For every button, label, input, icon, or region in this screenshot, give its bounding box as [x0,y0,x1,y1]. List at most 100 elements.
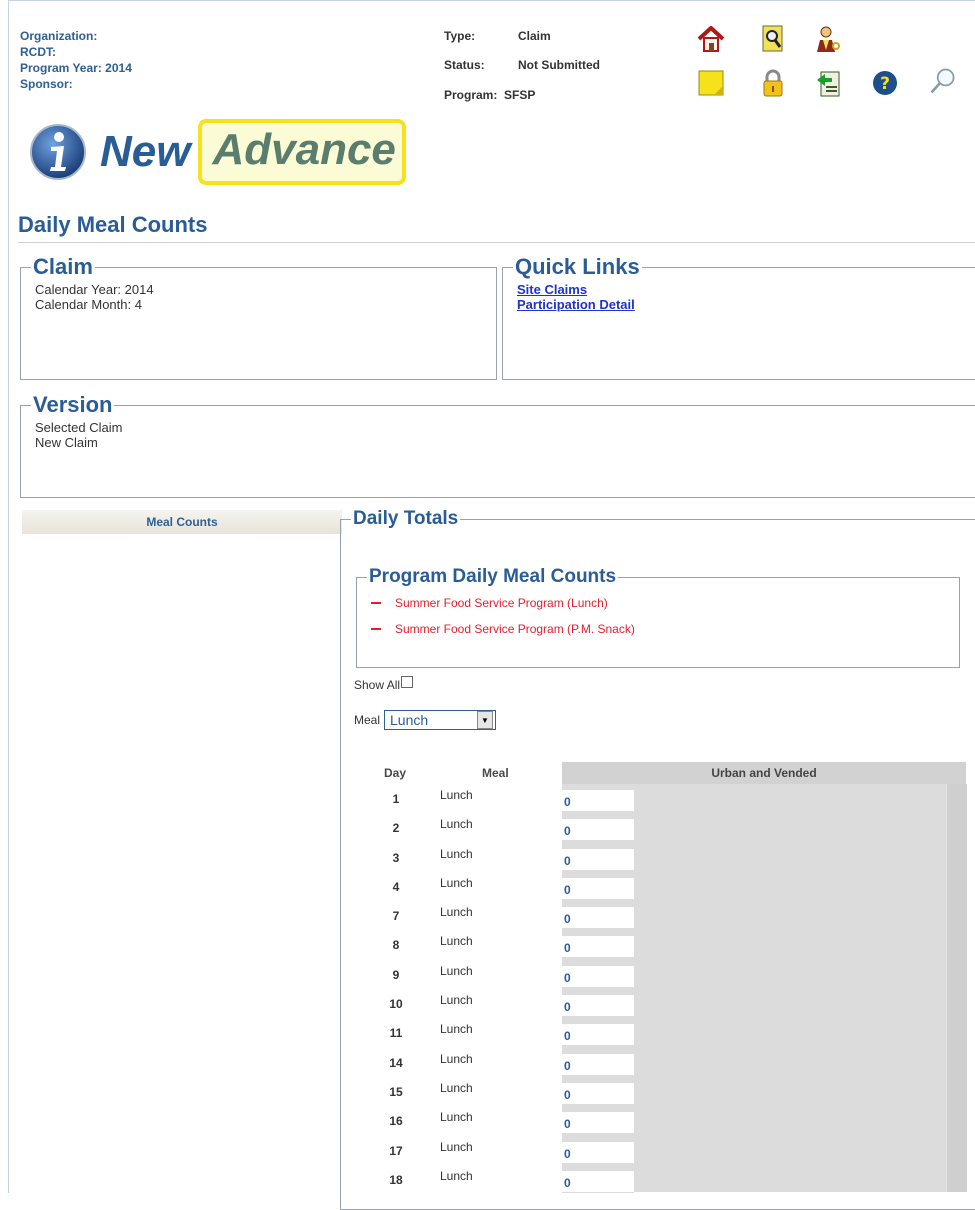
show-all-checkbox[interactable] [401,676,414,688]
exit-icon[interactable] [814,68,844,98]
note-icon[interactable] [696,68,726,98]
version-body: Selected Claim New Claim [21,418,975,450]
count-input[interactable]: 0 [562,1112,634,1135]
collapse-icon [371,628,381,630]
meal-cell: Lunch [440,1080,473,1095]
sidebar-item-meal-counts[interactable]: Meal Counts [22,510,342,534]
brand-new: New [100,127,191,176]
info-icon [30,124,86,180]
day-cell: 1 [392,792,400,806]
type-row: Type: Claim [444,28,600,57]
count-input[interactable]: 0 [562,965,634,988]
meal-cell: Lunch [440,905,473,920]
magnifier-icon[interactable] [928,66,958,96]
meal-cell: Lunch [440,993,473,1008]
help-icon[interactable]: ? [870,68,900,98]
home-icon[interactable] [696,24,726,54]
lock-icon[interactable] [758,68,788,98]
site-claims-link[interactable]: Site Claims [517,282,975,297]
count-input[interactable]: 0 [562,848,634,871]
user-key-icon[interactable] [814,24,844,54]
count-input[interactable]: 0 [562,1141,634,1164]
quick-links-legend: Quick Links [515,254,640,279]
show-all: Show All [354,676,414,692]
day-cell: 14 [389,1055,403,1070]
day-cell: 15 [389,1084,403,1099]
program-row: Program: SFSP [444,87,600,116]
day-cell: 7 [392,909,400,924]
table-row: 2 Lunch 0 [366,815,666,844]
col-header-day: Day [384,766,407,780]
rcdt-label: RCDT: [20,45,56,59]
table-row: 14 Lunch 0 [366,1050,666,1079]
quick-links-body: Site Claims Participation Detail [503,280,975,312]
version-legend: Version [33,392,113,417]
svg-text:?: ? [880,74,890,94]
status-row: Status: Not Submitted [444,57,600,86]
meal-select-value: Lunch [390,712,429,728]
status-label: Status: [444,58,485,73]
meal-filter: Meal Lunch ▼ [354,710,497,730]
program-counts-panel: Program Daily Meal Counts Summer Food Se… [356,566,960,668]
day-cell: 11 [389,1026,403,1041]
count-input[interactable]: 0 [562,877,634,900]
brand-advance-highlight: Advance [198,119,406,185]
grid-scrollbar[interactable] [946,784,967,1192]
program-list: Summer Food Service Program (Lunch) Summ… [357,588,959,642]
brand-advance: Advance [212,125,396,174]
count-input[interactable]: 0 [562,936,634,959]
calendar-year: Calendar Year: 2014 [35,282,154,297]
count-input[interactable]: 0 [562,790,634,812]
quick-links-panel: Quick Links Site Claims Participation De… [502,254,975,380]
program-item-lunch[interactable]: Summer Food Service Program (Lunch) [357,590,959,616]
meal-select-label: Meal [354,713,381,727]
claim-header-right: Type: Claim Status: Not Submitted Program:… [444,28,600,116]
meal-cell: Lunch [440,1110,473,1125]
program-item-pm-snack[interactable]: Summer Food Service Program (P.M. Snack) [357,616,959,642]
type-label: Type: [444,29,476,43]
day-cell: 10 [389,997,403,1012]
table-row: 3 Lunch 0 [366,845,666,874]
count-input[interactable]: 0 [562,907,634,930]
count-input[interactable]: 0 [562,1082,634,1105]
count-input[interactable]: 0 [562,1024,634,1047]
meal-cell: Lunch [440,1051,473,1066]
meal-cell: Lunch [440,1168,473,1183]
sponsor-label: Sponsor: [20,77,73,91]
count-input[interactable]: 0 [562,995,634,1018]
calendar-month: Calendar Month: 4 [35,297,142,312]
day-cell: 3 [392,850,400,865]
table-row: 15 Lunch 0 [366,1079,666,1108]
count-input[interactable]: 0 [562,1170,634,1193]
new-claim-label: New Claim [35,435,98,450]
count-input[interactable]: 0 [562,819,634,842]
selected-claim-label: Selected Claim [35,420,123,435]
table-row: 4 Lunch 0 [366,874,666,903]
program-item-label: Summer Food Service Program (Lunch) [395,596,608,610]
meal-count-rows: 1 Lunch 0 2 Lunch 0 3 Lunch 0 4 Lunch 0 7 Lunch 0 8 Lunc… [366,786,666,1196]
day-cell: 4 [392,879,400,894]
table-row: 7 Lunch 0 [366,903,666,932]
claim-panel: Claim Calendar Year: 2014 Calendar Month… [20,254,497,380]
col-header-meal: Meal [482,766,509,780]
show-all-label: Show All [354,678,401,692]
program-year-label: Program Year: [20,61,102,75]
title-divider [18,242,975,243]
program-value: SFSP [504,87,536,102]
participation-detail-link[interactable]: Participation Detail [517,297,975,312]
meal-cell: Lunch [440,963,473,978]
table-row: 10 Lunch 0 [366,991,666,1020]
meal-select[interactable]: Lunch ▼ [384,710,497,730]
claim-panel-body: Calendar Year: 2014 Calendar Month: 4 [21,280,496,312]
chevron-down-icon[interactable]: ▼ [477,711,494,729]
search-document-icon[interactable] [758,24,788,54]
organization-label: Organization: [20,29,98,43]
claim-header-left: Organization: RCDT: Program Year: 2014 S… [20,28,132,92]
table-row: 9 Lunch 0 [366,962,666,991]
count-input[interactable]: 0 [562,1053,634,1076]
table-row: 8 Lunch 0 [366,932,666,961]
collapse-icon [371,602,381,604]
table-row: 1 Lunch 0 [366,786,666,815]
program-label: Program: [444,87,498,102]
day-cell: 16 [389,1114,403,1129]
